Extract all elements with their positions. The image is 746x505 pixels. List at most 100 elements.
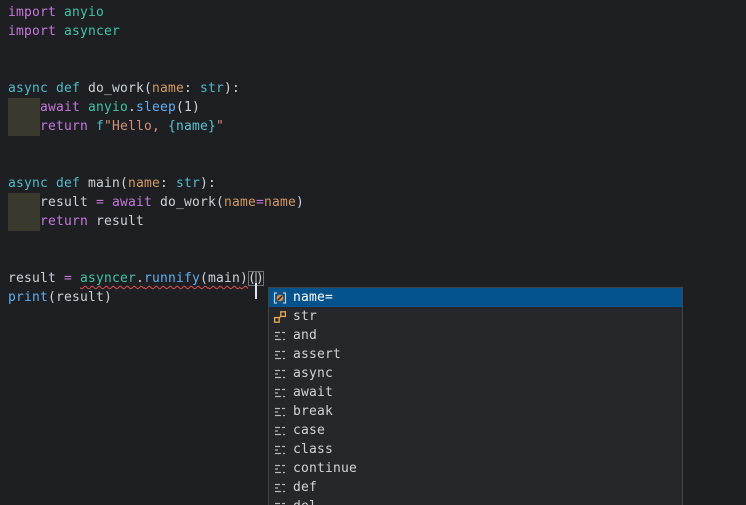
code-token: result	[56, 290, 104, 305]
code-line-8[interactable]	[8, 136, 746, 155]
autocomplete-item-assert[interactable]: assert	[269, 345, 682, 364]
code-token: "Hello,	[104, 119, 168, 134]
code-token: print	[8, 290, 48, 305]
code-token	[48, 81, 56, 96]
code-line-5[interactable]: async def do_work(name: str):	[8, 79, 746, 98]
code-token	[72, 271, 80, 286]
code-line-14[interactable]	[8, 250, 746, 269]
code-line-3[interactable]	[8, 41, 746, 60]
autocomplete-item-label: class	[293, 440, 333, 459]
code-line-6[interactable]: await anyio.sleep(1)	[8, 98, 746, 117]
autocomplete-item-and[interactable]: and	[269, 326, 682, 345]
autocomplete-popup[interactable]: name=strandassertasyncawaitbreakcaseclas…	[268, 287, 683, 505]
autocomplete-item-label: del	[293, 497, 317, 505]
code-token: def	[56, 81, 80, 96]
autocomplete-item-label: async	[293, 364, 333, 383]
code-token	[168, 176, 176, 191]
code-token: name	[176, 119, 208, 134]
code-token: (	[48, 290, 56, 305]
autocomplete-item-label: and	[293, 326, 317, 345]
code-token: return	[40, 119, 88, 134]
code-line-2[interactable]: import asyncer	[8, 22, 746, 41]
code-token: :	[184, 81, 192, 96]
keyword-symbol-icon	[272, 499, 288, 505]
code-token	[88, 119, 96, 134]
autocomplete-item-label: await	[293, 383, 333, 402]
code-token: runnify	[144, 271, 200, 286]
code-token: }	[208, 119, 216, 134]
code-token: name	[128, 176, 160, 191]
autocomplete-item-case[interactable]: case	[269, 421, 682, 440]
code-token: =	[96, 195, 104, 210]
code-token	[80, 100, 88, 115]
code-token	[80, 81, 88, 96]
autocomplete-item-continue[interactable]: continue	[269, 459, 682, 478]
code-token: name	[224, 195, 256, 210]
code-token: )	[192, 100, 200, 115]
code-line-15[interactable]: result = asyncer.runnify(main)()	[8, 269, 746, 288]
class-symbol-icon	[272, 309, 288, 325]
autocomplete-item-break[interactable]: break	[269, 402, 682, 421]
code-token: anyio	[64, 5, 104, 20]
code-line-4[interactable]	[8, 60, 746, 79]
code-token: result	[8, 271, 56, 286]
code-token: name	[152, 81, 184, 96]
autocomplete-item-class[interactable]: class	[269, 440, 682, 459]
code-token	[56, 5, 64, 20]
keyword-symbol-icon	[272, 404, 288, 420]
code-token: (	[120, 176, 128, 191]
keyword-symbol-icon	[272, 461, 288, 477]
code-token	[8, 214, 40, 229]
code-token: (	[176, 100, 184, 115]
code-token: def	[56, 176, 80, 191]
param-symbol-icon	[272, 290, 288, 306]
code-line-9[interactable]	[8, 155, 746, 174]
autocomplete-item-name[interactable]: name=	[269, 288, 682, 307]
code-token: main	[88, 176, 120, 191]
autocomplete-item-def[interactable]: def	[269, 478, 682, 497]
code-token	[192, 81, 200, 96]
code-token: 1	[184, 100, 192, 115]
code-token: )	[296, 195, 304, 210]
code-line-12[interactable]: return result	[8, 212, 746, 231]
autocomplete-item-label: continue	[293, 459, 357, 478]
code-token: do_work	[160, 195, 216, 210]
keyword-symbol-icon	[272, 328, 288, 344]
code-token: async	[8, 81, 48, 96]
code-token: async	[8, 176, 48, 191]
code-token: import	[8, 5, 56, 20]
code-token	[152, 195, 160, 210]
code-token	[88, 214, 96, 229]
code-line-13[interactable]	[8, 231, 746, 250]
code-token: =	[64, 271, 72, 286]
keyword-symbol-icon	[272, 480, 288, 496]
autocomplete-item-async[interactable]: async	[269, 364, 682, 383]
code-token: name	[264, 195, 296, 210]
code-token	[104, 195, 112, 210]
autocomplete-item-await[interactable]: await	[269, 383, 682, 402]
code-token	[88, 195, 96, 210]
code-token: )	[240, 271, 248, 286]
code-token: asyncer	[64, 24, 120, 39]
autocomplete-item-del[interactable]: del	[269, 497, 682, 505]
code-line-1[interactable]: import anyio	[8, 3, 746, 22]
autocomplete-item-label: str	[293, 307, 317, 326]
code-token: .	[128, 100, 136, 115]
code-token: (	[216, 195, 224, 210]
autocomplete-item-str[interactable]: str	[269, 307, 682, 326]
code-line-7[interactable]: return f"Hello, {name}"	[8, 117, 746, 136]
code-token	[48, 176, 56, 191]
code-line-11[interactable]: result = await do_work(name=name)	[8, 193, 746, 212]
code-token: asyncer	[80, 271, 136, 286]
code-token: :	[160, 176, 168, 191]
editor-screen: import anyioimport asyncerasync def do_w…	[0, 0, 746, 505]
code-line-10[interactable]: async def main(name: str):	[8, 174, 746, 193]
code-area[interactable]: import anyioimport asyncerasync def do_w…	[0, 0, 746, 307]
keyword-symbol-icon	[272, 347, 288, 363]
code-token: .	[136, 271, 144, 286]
code-token	[8, 100, 40, 115]
code-token: ):	[224, 81, 240, 96]
code-token: main	[208, 271, 240, 286]
code-token: "	[216, 119, 224, 134]
code-token	[80, 176, 88, 191]
